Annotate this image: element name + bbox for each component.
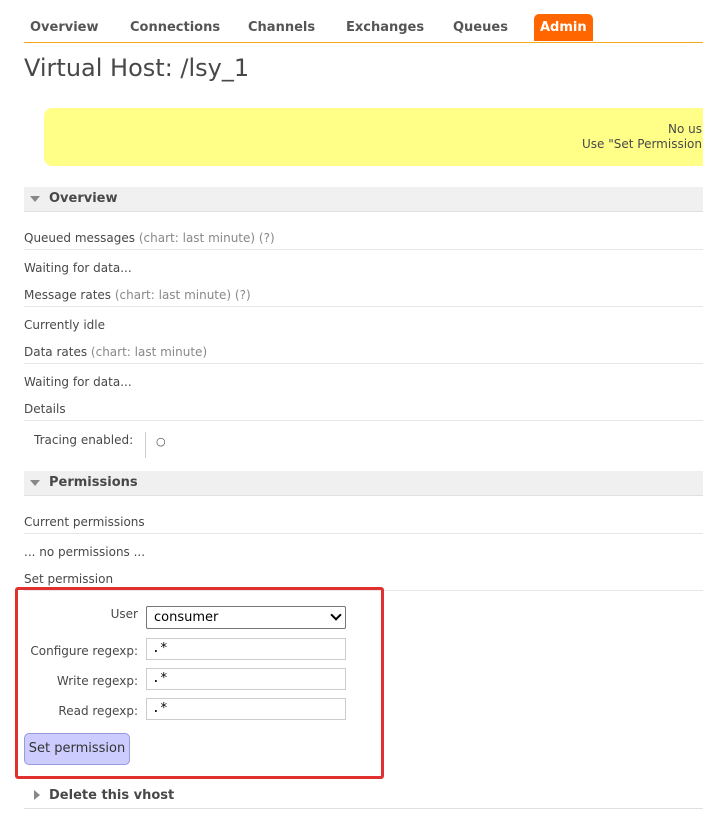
message-rates-meta[interactable]: (chart: last minute) (?) (115, 288, 251, 302)
set-permission-label: Set permission (24, 572, 114, 586)
message-rates-status: Currently idle (24, 318, 105, 332)
data-rates-meta[interactable]: (chart: last minute) (91, 345, 207, 359)
overview-section-title: Overview (49, 191, 118, 206)
write-regexp-label: Write regexp: (56, 674, 138, 688)
tracing-value: ○ (156, 435, 166, 448)
read-regexp-label: Read regexp: (58, 704, 138, 718)
current-permissions-header: Current permissions (24, 515, 703, 534)
user-select-value: consumer (154, 610, 219, 625)
queued-messages-meta[interactable]: (chart: last minute) (?) (139, 231, 275, 245)
tracing-label: Tracing enabled: (34, 433, 134, 447)
top-nav: Overview Connections Channels Exchanges … (24, 10, 703, 43)
message-rates-label: Message rates (24, 288, 112, 302)
nav-connections[interactable]: Connections (124, 14, 226, 41)
configure-regexp-input[interactable]: .* (146, 638, 346, 660)
nav-admin[interactable]: Admin (534, 14, 593, 41)
nav-overview[interactable]: Overview (24, 14, 105, 41)
warning-banner: No us Use "Set Permission (44, 108, 703, 166)
queued-messages-label: Queued messages (24, 231, 136, 245)
warning-line-2: Use "Set Permission (582, 137, 702, 151)
message-rates-header: Message rates (chart: last minute) (?) (24, 288, 703, 307)
nav-exchanges[interactable]: Exchanges (340, 14, 430, 41)
configure-regexp-label: Configure regexp: (30, 644, 138, 658)
read-regexp-input[interactable]: .* (146, 698, 346, 720)
permissions-section-header[interactable]: Permissions (24, 471, 703, 496)
details-header: Details (24, 402, 703, 421)
details-label: Details (24, 402, 66, 416)
chevron-down-icon (330, 609, 342, 621)
collapse-arrow-icon (30, 480, 40, 486)
user-select[interactable]: consumer (146, 606, 346, 629)
permissions-section-title: Permissions (49, 475, 138, 490)
data-rates-header: Data rates (chart: last minute) (24, 345, 703, 364)
page-title: Virtual Host: /lsy_1 (24, 54, 250, 82)
collapse-arrow-icon (30, 196, 40, 202)
data-rates-status: Waiting for data... (24, 375, 132, 389)
current-permissions-value: ... no permissions ... (24, 545, 146, 559)
set-permission-button[interactable]: Set permission (24, 733, 130, 765)
write-regexp-input[interactable]: .* (146, 668, 346, 690)
queued-messages-status: Waiting for data... (24, 261, 132, 275)
delete-vhost-section-title: Delete this vhost (49, 788, 175, 803)
queued-messages-header: Queued messages (chart: last minute) (?) (24, 231, 703, 250)
warning-line-1: No us (668, 122, 702, 136)
expand-arrow-icon (34, 790, 40, 800)
delete-vhost-section-header[interactable]: Delete this vhost (24, 784, 703, 809)
overview-section-header[interactable]: Overview (24, 187, 703, 212)
user-label: User (110, 607, 138, 621)
nav-queues[interactable]: Queues (447, 14, 514, 41)
nav-channels[interactable]: Channels (242, 14, 321, 41)
current-permissions-label: Current permissions (24, 515, 145, 529)
data-rates-label: Data rates (24, 345, 88, 359)
divider (145, 432, 146, 458)
